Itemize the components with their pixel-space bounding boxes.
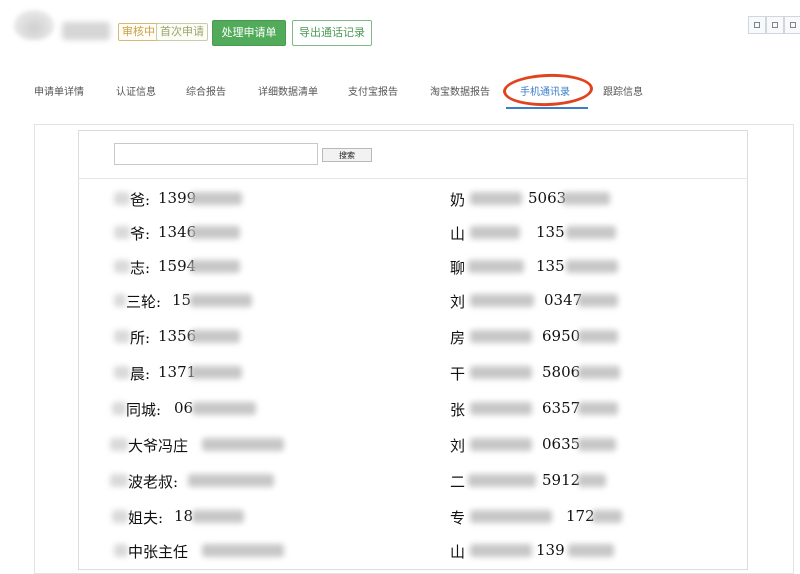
list-item: 波老叔: 二 5912 xyxy=(0,462,800,498)
contact-name: 奶 xyxy=(450,191,466,209)
contact-name: 专 xyxy=(450,509,466,527)
list-item: 志: 1594 聊 135 xyxy=(0,248,800,284)
contact-number: 5806 xyxy=(542,363,581,381)
contact-name: 大爷冯庄 xyxy=(128,437,189,455)
contact-number: 15 xyxy=(172,291,192,309)
list-item: 中张主任 山 139 xyxy=(0,532,800,568)
contact-number: 172 xyxy=(566,507,595,525)
contact-name: 张 xyxy=(450,401,466,419)
list-item: 大爷冯庄 刘 0635 xyxy=(0,426,800,462)
contact-name: 中张主任 xyxy=(128,543,189,561)
list-item: 姐夫: 18 专 172 xyxy=(0,498,800,534)
contact-number: 6950 xyxy=(542,327,581,345)
contact-name: 波老叔: xyxy=(128,473,179,491)
contact-name: 刘 xyxy=(450,437,466,455)
list-item: 爷: 1346 山 135 xyxy=(0,214,800,250)
contact-number: 06 xyxy=(174,399,194,417)
contact-number: 0347 xyxy=(544,291,583,309)
contact-name: 房 xyxy=(450,329,466,347)
contact-name: 爷: xyxy=(130,225,151,243)
contact-name: 山 xyxy=(450,225,466,243)
contact-name: 干 xyxy=(450,365,466,383)
contact-number: 139 xyxy=(536,541,565,559)
contact-name: 晨: xyxy=(130,365,151,383)
list-item: 同城: 06 张 6357 xyxy=(0,390,800,426)
contact-number: 135 xyxy=(536,223,565,241)
contact-number: 5063 xyxy=(528,189,567,207)
contact-number: 6357 xyxy=(542,399,581,417)
contact-name: 三轮: xyxy=(126,293,162,311)
contact-name: 刘 xyxy=(450,293,466,311)
list-item: 爸: 1399 奶 5063 xyxy=(0,180,800,216)
list-item: 所: 1356 房 6950 xyxy=(0,318,800,354)
contacts-list: 爸: 1399 奶 5063 爷: 1346 山 135 志: 1594 聊 1… xyxy=(0,0,800,561)
list-item: 晨: 1371 干 5806 xyxy=(0,354,800,390)
contact-name: 爸: xyxy=(130,191,151,209)
contact-number: 135 xyxy=(536,257,565,275)
contact-name: 志: xyxy=(130,259,151,277)
contact-number: 5912 xyxy=(542,471,581,489)
list-item: 三轮: 15 刘 0347 xyxy=(0,282,800,318)
contact-name: 聊 xyxy=(450,259,466,277)
contact-number: 18 xyxy=(174,507,194,525)
contact-name: 同城: xyxy=(126,401,162,419)
contact-name: 二 xyxy=(450,473,466,491)
contact-number: 0635 xyxy=(542,435,581,453)
contact-name: 姐夫: xyxy=(128,509,164,527)
contact-name: 所: xyxy=(130,329,151,347)
contact-name: 山 xyxy=(450,543,466,561)
